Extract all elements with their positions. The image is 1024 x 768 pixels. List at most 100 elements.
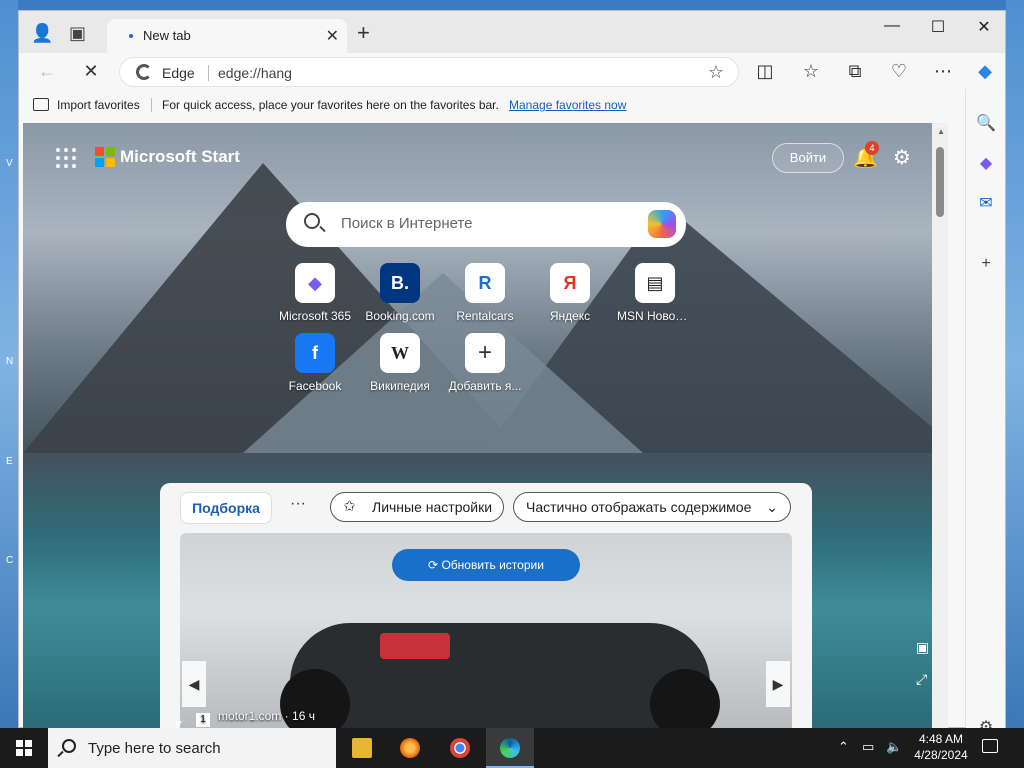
add-sidebar-app-icon[interactable]: + [976, 255, 996, 275]
quick-link-tile[interactable]: ◆ Microsoft 365 [277, 263, 353, 323]
outlook-icon[interactable]: ✉ [976, 193, 996, 213]
tile-label: Википедия [370, 379, 430, 393]
tab-strip: 👤 ▣ New tab ✕ + — ☐ ✕ [19, 11, 1005, 53]
close-window-button[interactable]: ✕ [961, 17, 1007, 37]
tab-podborka[interactable]: Подборка [180, 492, 272, 524]
refresh-stories-button[interactable]: ⟳ Обновить истории [392, 549, 580, 581]
browser-essentials-icon[interactable]: ♡ [887, 61, 911, 82]
feed-more-button[interactable]: ··· [290, 495, 306, 513]
sparkle-icon: ✩ [343, 498, 356, 515]
url-text[interactable]: edge://hang [218, 65, 292, 81]
stop-loading-icon[interactable]: ✕ [79, 61, 103, 82]
yandex-icon: Я [550, 263, 590, 303]
search-icon [304, 213, 320, 229]
taskbar-search-box[interactable]: Type here to search [48, 728, 336, 768]
favorites-hint: For quick access, place your favorites h… [162, 98, 499, 112]
quick-link-tile[interactable]: Я Яндекс [532, 263, 608, 323]
quick-link-tile[interactable]: ▤ MSN Новости [617, 263, 693, 323]
tab-title: New tab [143, 28, 191, 43]
file-explorer-app[interactable] [338, 728, 386, 768]
add-shortcut-tile[interactable]: + Добавить я... [447, 333, 523, 393]
expand-icon[interactable]: ⤢ [916, 671, 927, 688]
back-icon[interactable]: ← [35, 61, 59, 82]
address-bar[interactable]: Edge edge://hang ☆ [119, 57, 739, 87]
news-card[interactable]: ⟳ Обновить истории ◀ ▶ 1 motor1.com · 16 … [180, 533, 792, 729]
copilot-search-icon[interactable] [648, 210, 676, 238]
chrome-app[interactable] [436, 728, 484, 768]
search-placeholder[interactable]: Поиск в Интернете [341, 215, 473, 232]
carousel-next-button[interactable]: ▶ [766, 661, 790, 707]
browser-window: 👤 ▣ New tab ✕ + — ☐ ✕ ← ✕ Edge edge://ha… [18, 10, 1006, 736]
action-center-icon[interactable] [982, 739, 998, 753]
minimize-button[interactable]: — [869, 17, 915, 35]
carousel-prev-button[interactable]: ◀ [182, 661, 206, 707]
rentalcars-icon: R [465, 263, 505, 303]
chevron-up-icon[interactable]: ⌃ [838, 739, 849, 755]
wikipedia-icon: W [380, 333, 420, 373]
maximize-button[interactable]: ☐ [915, 17, 961, 37]
edge-app[interactable] [486, 728, 534, 768]
firefox-app[interactable] [386, 728, 434, 768]
new-tab-page: Microsoft Start Войти 🔔 4 ⚙ Поиск в Инте… [23, 123, 948, 729]
msn-news-icon: ▤ [635, 263, 675, 303]
brand-title[interactable]: Microsoft Start [120, 147, 240, 167]
quick-link-tile[interactable]: W Википедия [362, 333, 438, 393]
content-mode-dropdown[interactable]: Частично отображать содержимое ⌄ [513, 492, 791, 522]
copilot-icon[interactable]: ◆ [973, 61, 997, 82]
page-scrollbar[interactable]: ▲ [932, 123, 948, 729]
collections-icon[interactable]: ⧉ [843, 61, 867, 82]
tab-close-icon[interactable]: ✕ [326, 26, 339, 46]
edge-icon [500, 738, 520, 758]
firefox-icon [400, 738, 420, 758]
desktop-icon-label: C [6, 555, 14, 566]
chevron-down-icon: ⌄ [766, 499, 778, 515]
quick-link-tile[interactable]: f Facebook [277, 333, 353, 393]
scroll-up-arrow-icon[interactable]: ▲ [937, 127, 945, 136]
quick-link-tile[interactable]: R Rentalcars [447, 263, 523, 323]
background-image-icon[interactable]: ▣ [916, 639, 929, 656]
edge-icon [136, 64, 152, 80]
manage-favorites-link[interactable]: Manage favorites now [509, 98, 626, 112]
scrollbar-thumb[interactable] [936, 147, 944, 217]
notification-badge: 4 [865, 141, 879, 155]
new-tab-button[interactable]: + [357, 22, 370, 44]
favorite-star-icon[interactable]: ☆ [708, 62, 724, 83]
profile-icon[interactable]: 👤 [31, 23, 53, 44]
web-search-box[interactable]: Поиск в Интернете [286, 202, 686, 247]
car-wheel [650, 669, 720, 729]
import-favorites-button[interactable]: Import favorites [57, 98, 140, 112]
clock-time: 4:48 AM [918, 732, 964, 746]
split-screen-icon[interactable]: ◫ [753, 61, 777, 82]
volume-muted-icon[interactable]: 🔈 [886, 739, 902, 755]
motor1-logo-icon: 1 [196, 713, 210, 727]
rc-car-image [280, 623, 720, 729]
navigation-toolbar: ← ✕ Edge edge://hang ☆ ◫ ☆ ⧉ ♡ ⋯ ◆ [19, 53, 1005, 89]
windows-start-icon[interactable] [16, 740, 32, 756]
more-menu-icon[interactable]: ⋯ [931, 61, 955, 82]
search-icon [62, 739, 76, 753]
system-clock[interactable]: 4:48 AM 4/28/2024 [912, 731, 970, 763]
facebook-icon: f [295, 333, 335, 373]
tab-actions-icon[interactable]: ▣ [69, 23, 86, 44]
loading-icon [129, 34, 133, 38]
copilot-sidebar-icon[interactable]: ◆ [976, 153, 996, 173]
story-source[interactable]: 1 motor1.com · 16 ч [196, 709, 315, 727]
signin-button[interactable]: Войти [772, 143, 844, 173]
network-icon[interactable]: ▭ [862, 739, 874, 755]
car-red-component [380, 633, 450, 659]
plus-icon: + [465, 333, 505, 373]
personalize-button[interactable]: ✩ Личные настройки [330, 492, 504, 522]
clock-date: 4/28/2024 [914, 748, 968, 762]
address-divider [208, 65, 209, 81]
tile-label: Facebook [288, 379, 342, 393]
app-launcher-icon[interactable] [55, 147, 77, 169]
quick-link-tile[interactable]: B. Booking.com [362, 263, 438, 323]
booking-icon: B. [380, 263, 420, 303]
page-settings-gear-icon[interactable]: ⚙ [893, 145, 911, 170]
taskbar-search-placeholder[interactable]: Type here to search [88, 740, 221, 757]
favorites-icon[interactable]: ☆ [799, 61, 823, 82]
tile-label: Rentalcars [456, 309, 514, 323]
search-icon[interactable]: 🔍 [976, 113, 996, 133]
tab-new-tab[interactable]: New tab ✕ [107, 19, 347, 53]
microsoft-logo-icon [95, 147, 115, 167]
